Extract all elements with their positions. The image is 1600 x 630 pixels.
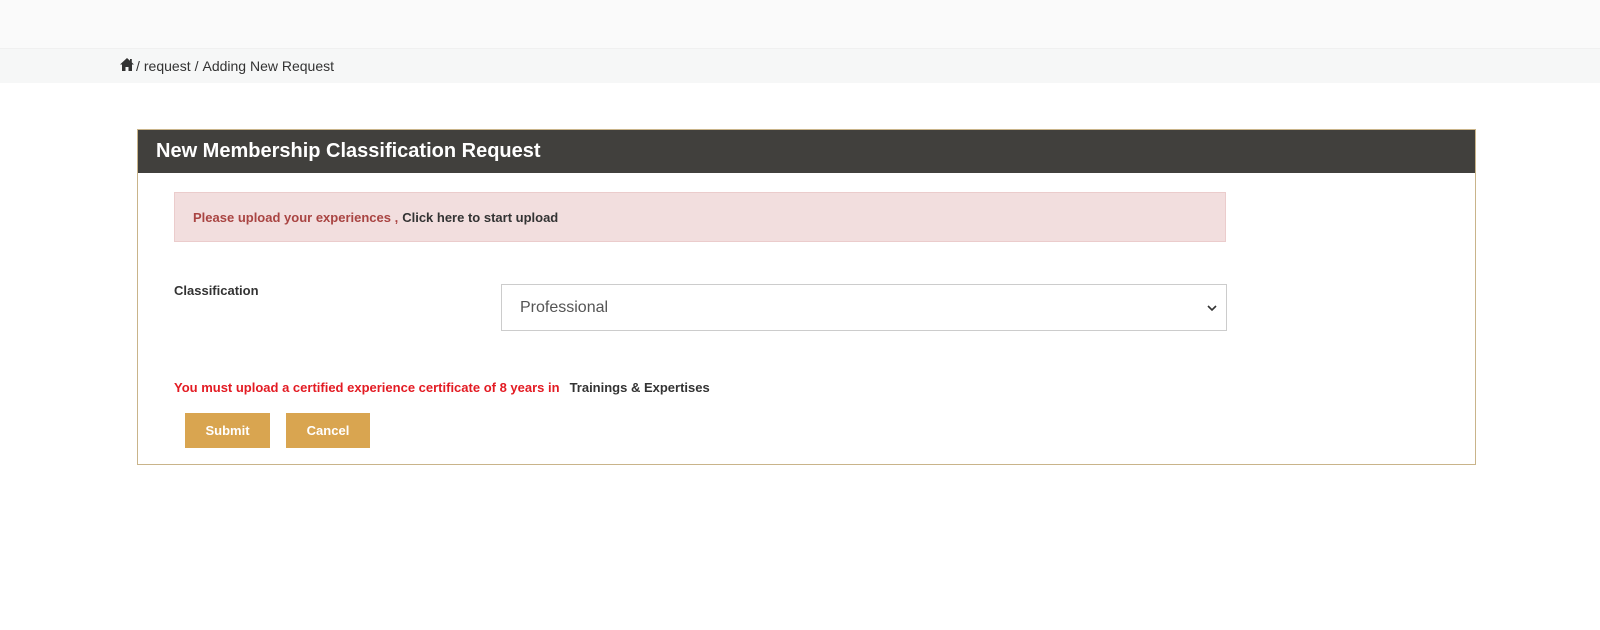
breadcrumb: / request / Adding New Request [120, 49, 338, 83]
top-navbar [0, 0, 1600, 49]
home-icon [120, 58, 134, 71]
chevron-down-icon [1207, 305, 1217, 312]
cancel-button[interactable]: Cancel [286, 413, 370, 448]
warning-text: You must upload a certified experience c… [174, 380, 560, 395]
breadcrumb-home-link[interactable] [120, 58, 136, 74]
requirement-warning: You must upload a certified experience c… [174, 380, 710, 395]
alert-text: Please upload your experiences , [193, 209, 399, 225]
upload-alert: Please upload your experiences , Click h… [174, 192, 1226, 242]
submit-button[interactable]: Submit [185, 413, 270, 448]
breadcrumb-bar: / request / Adding New Request [0, 49, 1600, 83]
page-title: New Membership Classification Request [156, 140, 541, 162]
breadcrumb-separator: / [136, 58, 140, 74]
breadcrumb-separator: / [194, 58, 199, 74]
classification-selected-value: Professional [520, 298, 609, 316]
classification-select[interactable]: Professional [501, 284, 1227, 331]
breadcrumb-item-request[interactable]: request [144, 58, 191, 74]
trainings-expertises-label: Trainings & Expertises [569, 380, 710, 395]
panel-header: New Membership Classification Request [138, 130, 1475, 173]
request-panel: New Membership Classification Request Pl… [137, 129, 1476, 465]
start-upload-link[interactable]: Click here to start upload [402, 210, 558, 225]
breadcrumb-item-current: Adding New Request [202, 58, 335, 74]
classification-label: Classification [174, 283, 259, 298]
